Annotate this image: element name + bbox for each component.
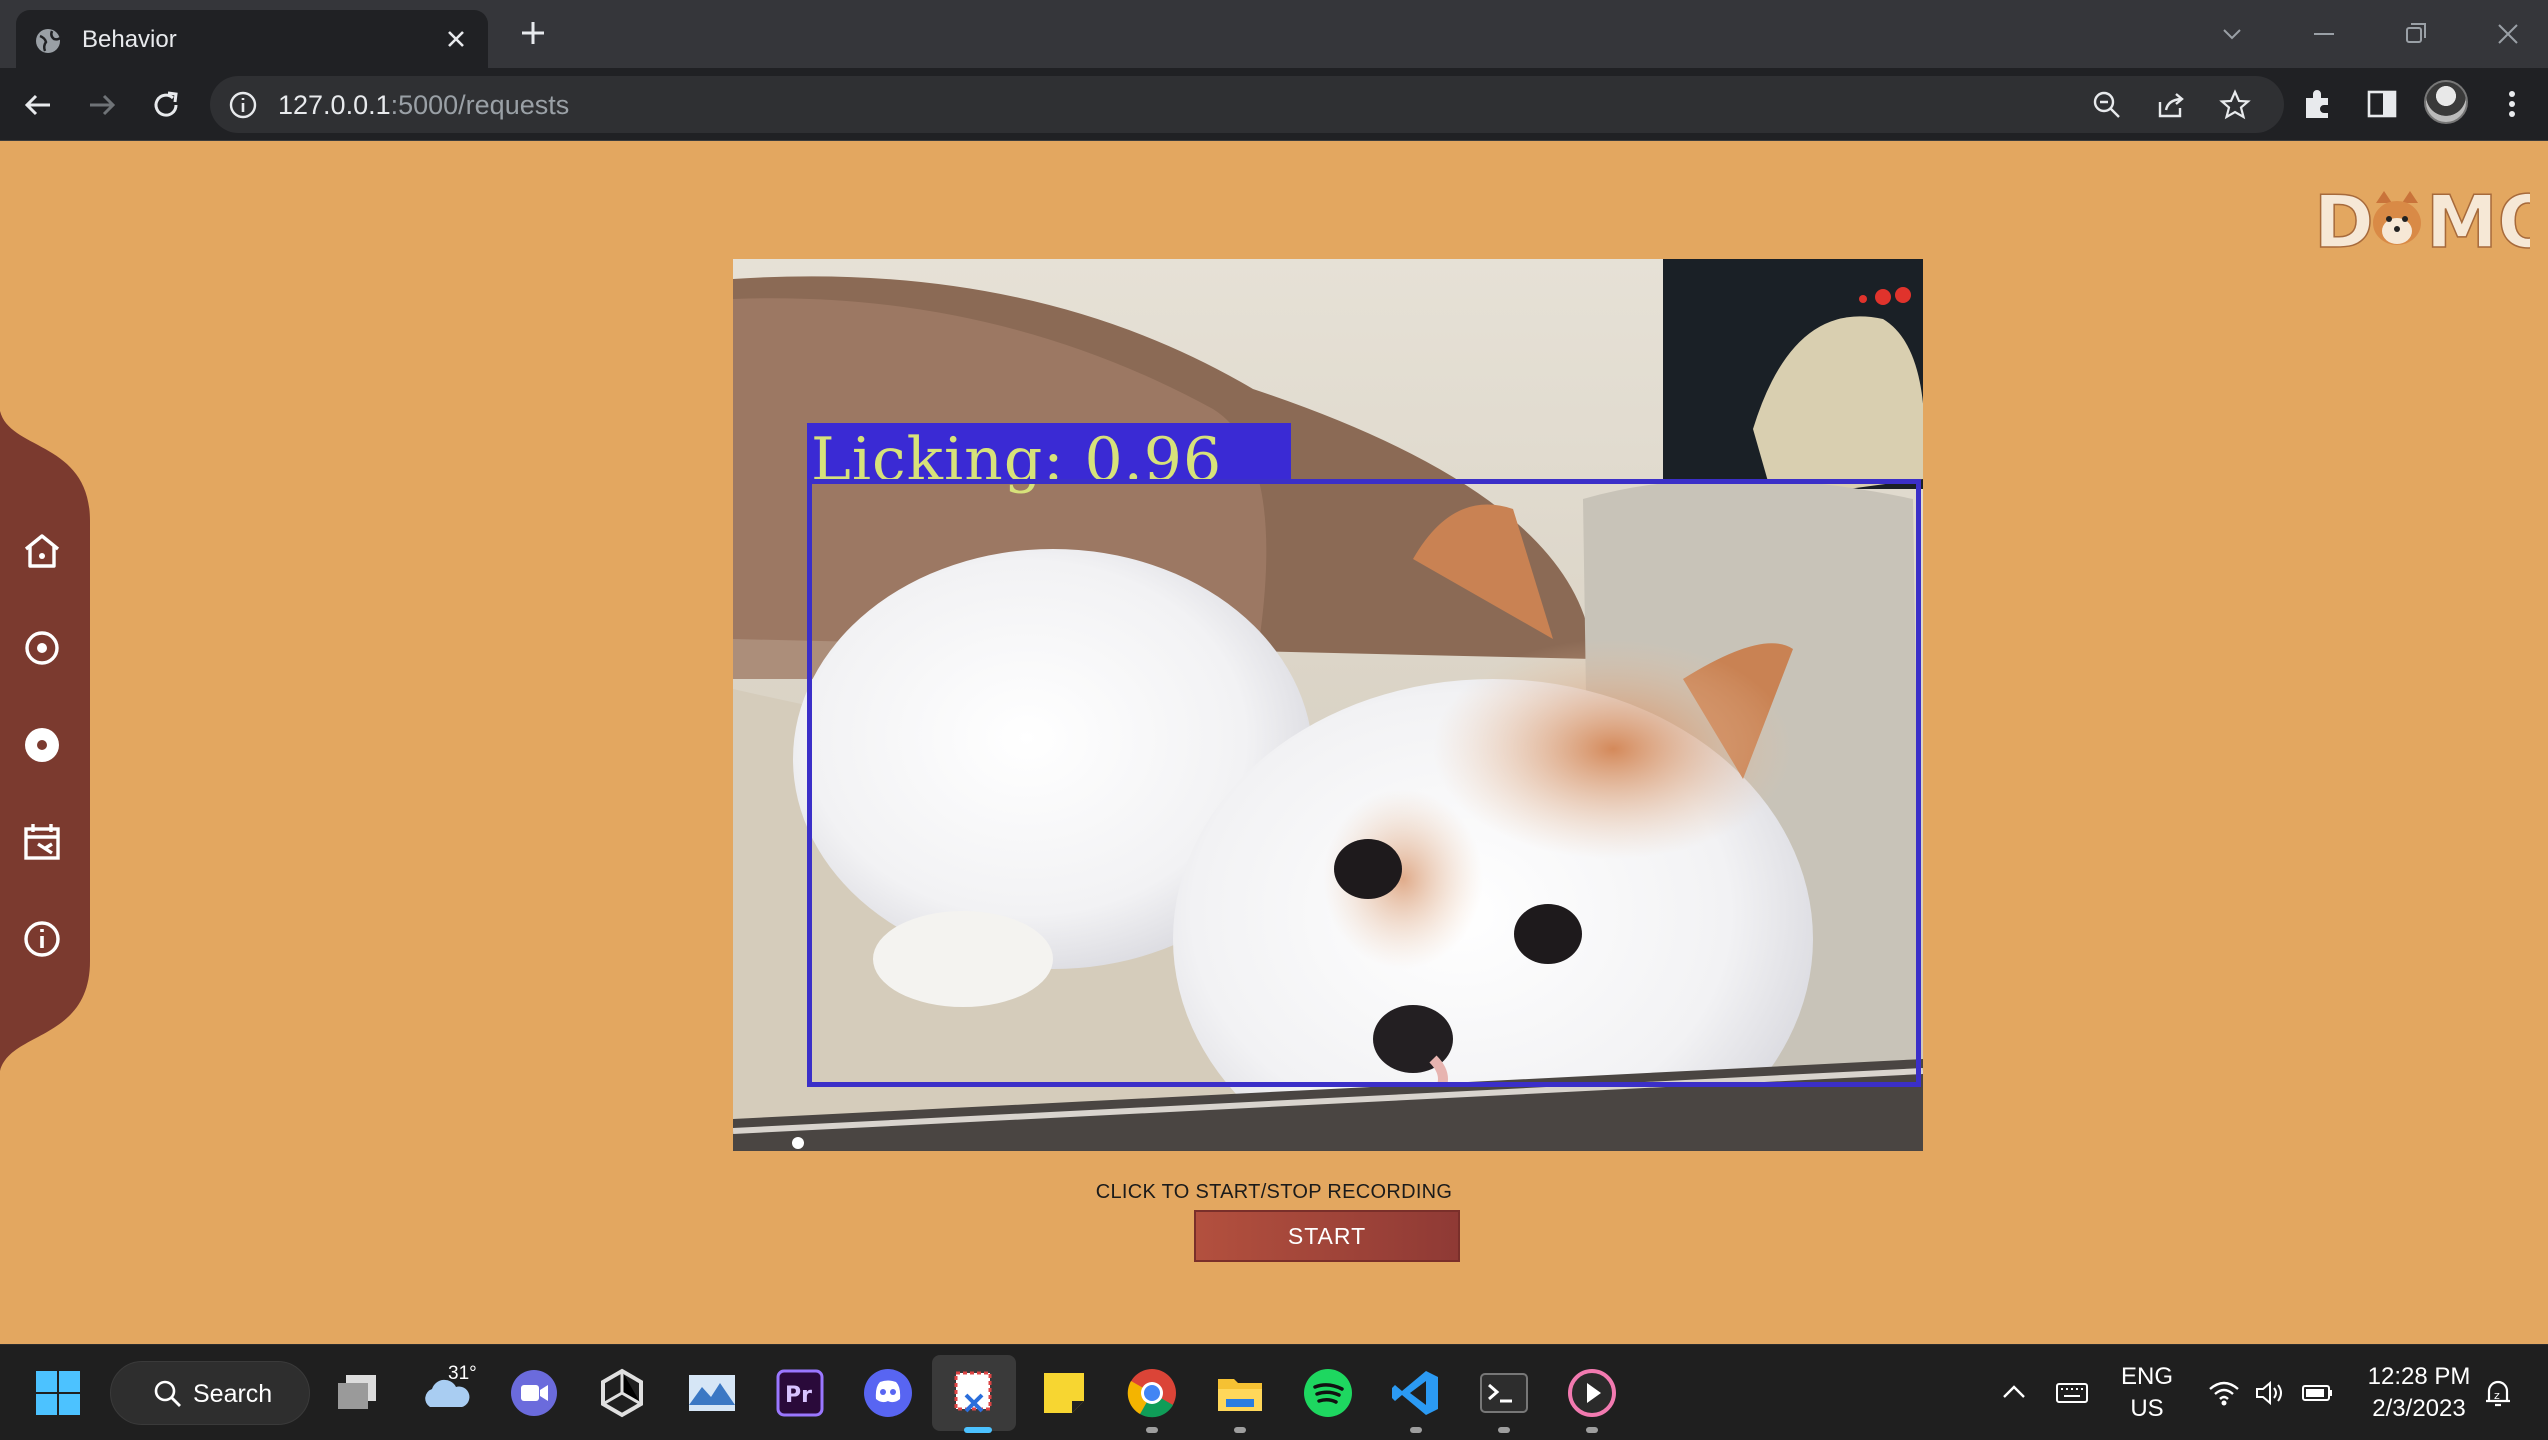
- home-icon[interactable]: [18, 527, 66, 575]
- forward-icon[interactable]: [82, 85, 122, 125]
- battery-icon[interactable]: [2300, 1375, 2336, 1411]
- clock-date: 2/3/2023: [2372, 1395, 2466, 1422]
- camera-feed: Licking: 0.96: [733, 259, 1923, 1151]
- file-explorer-icon[interactable]: [1212, 1365, 1268, 1421]
- share-icon[interactable]: [2154, 88, 2188, 122]
- page-content: D MO Licking: 0.96 CLICK TO START/STOP R…: [0, 141, 2548, 1344]
- region-code: US: [2130, 1395, 2164, 1422]
- recording-hint: CLICK TO START/STOP RECORDING: [1095, 1181, 1453, 1203]
- globe-icon: [36, 29, 61, 53]
- minimize-icon[interactable]: [2304, 14, 2344, 54]
- menu-kebab-icon[interactable]: [2494, 86, 2530, 122]
- tab-title: Behavior: [82, 26, 177, 53]
- clock-time: 12:28 PM: [2367, 1363, 2471, 1390]
- start-recording-button[interactable]: START: [1194, 1210, 1460, 1262]
- chevron-up-icon[interactable]: [1996, 1375, 2032, 1411]
- extensions-icon[interactable]: [2300, 86, 2336, 122]
- domo-logo: D MO: [2313, 179, 2530, 259]
- active-app-indicator: [964, 1427, 992, 1433]
- info-icon[interactable]: [18, 915, 66, 963]
- windows-taskbar: Search 31° Pr ENG US 12:28 PM 2/3/2023 z: [0, 1344, 2548, 1440]
- record-icon[interactable]: [18, 721, 66, 769]
- chrome-icon[interactable]: [1124, 1365, 1180, 1421]
- taskbar-search[interactable]: Search: [110, 1361, 310, 1425]
- keyboard-icon[interactable]: [2054, 1375, 2090, 1411]
- volume-icon[interactable]: [2252, 1375, 2288, 1411]
- vscode-running-indicator: [1410, 1427, 1422, 1433]
- zoom-out-icon[interactable]: [2090, 88, 2124, 122]
- notifications-icon[interactable]: z: [2480, 1375, 2516, 1411]
- weather-temperature: 31°: [448, 1363, 477, 1384]
- new-tab-icon[interactable]: [516, 16, 550, 50]
- address-bar[interactable]: 127.0.0.1:5000/requests: [210, 76, 2284, 133]
- site-info-icon[interactable]: [228, 90, 258, 120]
- mountain-app-icon[interactable]: [684, 1365, 740, 1421]
- browser-toolbar: 127.0.0.1:5000/requests: [0, 68, 2548, 141]
- explorer-running-indicator: [1234, 1427, 1246, 1433]
- url-host: 127.0.0.1: [278, 90, 391, 120]
- tab-search-icon[interactable]: [2212, 14, 2252, 54]
- close-window-icon[interactable]: [2488, 14, 2528, 54]
- back-icon[interactable]: [18, 85, 58, 125]
- svg-text:MO: MO: [2426, 180, 2530, 259]
- detection-bounding-box: [807, 479, 1921, 1087]
- zoom-icon[interactable]: [506, 1365, 562, 1421]
- restore-icon[interactable]: [2396, 14, 2436, 54]
- svg-text:Pr: Pr: [785, 1383, 812, 1408]
- chrome-running-indicator: [1146, 1427, 1158, 1433]
- task-view-icon[interactable]: [332, 1365, 388, 1421]
- svg-text:z: z: [2494, 1389, 2500, 1402]
- input-language[interactable]: ENG US: [2112, 1361, 2182, 1425]
- vscode-icon[interactable]: [1388, 1365, 1444, 1421]
- side-panel-icon[interactable]: [2364, 86, 2400, 122]
- snipping-tool-icon[interactable]: [946, 1365, 1002, 1421]
- close-tab-icon[interactable]: [440, 23, 472, 55]
- browser-tab[interactable]: Behavior: [16, 10, 488, 68]
- browser-tab-strip: Behavior: [0, 0, 2548, 68]
- bookmark-star-icon[interactable]: [2218, 88, 2252, 122]
- discord-icon[interactable]: [860, 1365, 916, 1421]
- media-running-indicator: [1586, 1427, 1598, 1433]
- clock[interactable]: 12:28 PM 2/3/2023: [2356, 1361, 2482, 1425]
- side-navigation: [0, 411, 90, 1071]
- spotify-icon[interactable]: [1300, 1365, 1356, 1421]
- target-icon[interactable]: [18, 624, 66, 672]
- sticky-notes-icon[interactable]: [1036, 1365, 1092, 1421]
- search-icon: [154, 1380, 181, 1407]
- wifi-icon[interactable]: [2206, 1375, 2242, 1411]
- terminal-icon[interactable]: [1476, 1365, 1532, 1421]
- terminal-running-indicator: [1498, 1427, 1510, 1433]
- language-code: ENG: [2120, 1363, 2173, 1390]
- calendar-icon[interactable]: [18, 818, 66, 866]
- unity-icon[interactable]: [594, 1365, 650, 1421]
- url-path: :5000/requests: [390, 90, 570, 120]
- windows-start-icon[interactable]: [30, 1365, 86, 1421]
- reload-icon[interactable]: [146, 85, 186, 125]
- premiere-pro-icon[interactable]: Pr: [772, 1365, 828, 1421]
- svg-text:D: D: [2314, 180, 2374, 259]
- search-label: Search: [193, 1380, 273, 1408]
- profile-avatar[interactable]: [2424, 80, 2468, 124]
- media-player-icon[interactable]: [1564, 1365, 1620, 1421]
- url-text: 127.0.0.1:5000/requests: [278, 90, 569, 121]
